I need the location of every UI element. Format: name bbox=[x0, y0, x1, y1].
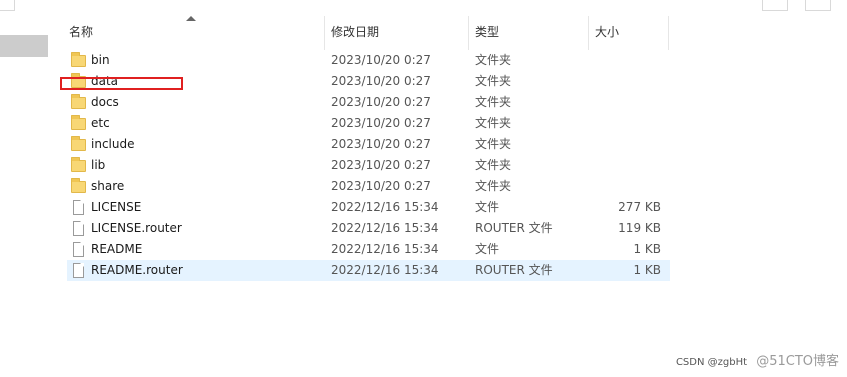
file-row[interactable]: docs 2023/10/20 0:27 文件夹 bbox=[67, 92, 670, 113]
sidebar-selected-item[interactable] bbox=[0, 35, 48, 57]
column-header-type[interactable]: 类型 bbox=[475, 12, 499, 50]
file-name: LICENSE.router bbox=[91, 221, 182, 235]
file-name: docs bbox=[91, 95, 119, 109]
file-type: 文件夹 bbox=[475, 137, 512, 151]
file-icon bbox=[71, 263, 87, 279]
file-type: 文件夹 bbox=[475, 116, 512, 130]
file-row[interactable]: bin 2023/10/20 0:27 文件夹 bbox=[67, 50, 670, 71]
column-header-date[interactable]: 修改日期 bbox=[331, 12, 379, 50]
watermark-logo: @51CTO博客 bbox=[756, 354, 839, 369]
file-date: 2022/12/16 15:34 bbox=[331, 221, 439, 235]
file-size bbox=[547, 71, 661, 92]
file-type: 文件夹 bbox=[475, 179, 512, 193]
annotation-highlight-box bbox=[60, 77, 183, 90]
file-type: 文件 bbox=[475, 200, 500, 214]
column-header-row: 名称 修改日期 类型 大小 bbox=[60, 12, 670, 50]
file-icon bbox=[71, 200, 87, 216]
file-row[interactable]: include 2023/10/20 0:27 文件夹 bbox=[67, 134, 670, 155]
file-type: 文件夹 bbox=[475, 158, 512, 172]
folder-icon bbox=[71, 94, 87, 111]
column-divider[interactable] bbox=[324, 16, 325, 50]
folder-icon bbox=[71, 157, 87, 174]
file-name: share bbox=[91, 179, 125, 193]
file-size: 1 KB bbox=[633, 242, 661, 256]
file-size: 1 KB bbox=[633, 263, 661, 277]
file-size bbox=[547, 92, 661, 113]
file-row[interactable]: README 2022/12/16 15:34 文件 1 KB bbox=[67, 239, 670, 260]
file-size bbox=[547, 113, 661, 134]
folder-icon bbox=[71, 136, 87, 153]
file-icon bbox=[71, 242, 87, 258]
column-divider[interactable] bbox=[468, 16, 469, 50]
file-date: 2023/10/20 0:27 bbox=[331, 95, 431, 109]
file-type: 文件 bbox=[475, 242, 500, 256]
file-row[interactable]: etc 2023/10/20 0:27 文件夹 bbox=[67, 113, 670, 134]
file-name: README.router bbox=[91, 263, 183, 277]
column-divider[interactable] bbox=[588, 16, 589, 50]
file-date: 2023/10/20 0:27 bbox=[331, 116, 431, 130]
file-row[interactable]: lib 2023/10/20 0:27 文件夹 bbox=[67, 155, 670, 176]
file-date: 2023/10/20 0:27 bbox=[331, 179, 431, 193]
file-row[interactable]: share 2023/10/20 0:27 文件夹 bbox=[67, 176, 670, 197]
column-divider[interactable] bbox=[668, 16, 669, 50]
file-type: 文件夹 bbox=[475, 53, 512, 67]
file-date: 2022/12/16 15:34 bbox=[331, 242, 439, 256]
search-box-edge[interactable] bbox=[805, 0, 831, 11]
file-name: README bbox=[91, 242, 143, 256]
file-name: etc bbox=[91, 116, 110, 130]
file-size bbox=[547, 155, 661, 176]
file-size bbox=[547, 134, 661, 155]
file-type: 文件夹 bbox=[475, 95, 512, 109]
title-bar-fragment bbox=[0, 0, 847, 11]
sort-ascending-icon bbox=[186, 16, 196, 21]
file-date: 2023/10/20 0:27 bbox=[331, 137, 431, 151]
file-size: 119 KB bbox=[618, 221, 661, 235]
file-size: 277 KB bbox=[618, 200, 661, 214]
file-row[interactable]: LICENSE.router 2022/12/16 15:34 ROUTER 文件 1… bbox=[67, 218, 670, 239]
column-header-name[interactable]: 名称 bbox=[69, 12, 93, 50]
file-name: lib bbox=[91, 158, 106, 172]
folder-icon bbox=[71, 178, 87, 195]
column-header-size[interactable]: 大小 bbox=[595, 12, 619, 50]
folder-icon bbox=[71, 115, 87, 132]
file-row[interactable]: README.router 2022/12/16 15:34 ROUTER 文件 1 … bbox=[67, 260, 670, 281]
folder-icon bbox=[71, 52, 87, 69]
file-size bbox=[547, 176, 661, 197]
watermark-text: CSDN @zgbHt bbox=[675, 357, 748, 368]
file-size bbox=[547, 50, 661, 71]
file-icon bbox=[71, 221, 87, 237]
nav-button[interactable] bbox=[762, 0, 788, 11]
file-row[interactable]: LICENSE 2022/12/16 15:34 文件 277 KB bbox=[67, 197, 670, 218]
file-name: include bbox=[91, 137, 135, 151]
file-name: LICENSE bbox=[91, 200, 142, 214]
window-edge bbox=[0, 0, 15, 11]
file-type: ROUTER 文件 bbox=[475, 263, 553, 277]
file-date: 2023/10/20 0:27 bbox=[331, 74, 431, 88]
watermark: CSDN @zgbHt @51CTO博客 bbox=[676, 350, 839, 369]
file-date: 2022/12/16 15:34 bbox=[331, 200, 439, 214]
file-type: 文件夹 bbox=[475, 74, 512, 88]
file-date: 2023/10/20 0:27 bbox=[331, 158, 431, 172]
file-type: ROUTER 文件 bbox=[475, 221, 553, 235]
file-name: bin bbox=[91, 53, 110, 67]
file-date: 2022/12/16 15:34 bbox=[331, 263, 439, 277]
file-date: 2023/10/20 0:27 bbox=[331, 53, 431, 67]
